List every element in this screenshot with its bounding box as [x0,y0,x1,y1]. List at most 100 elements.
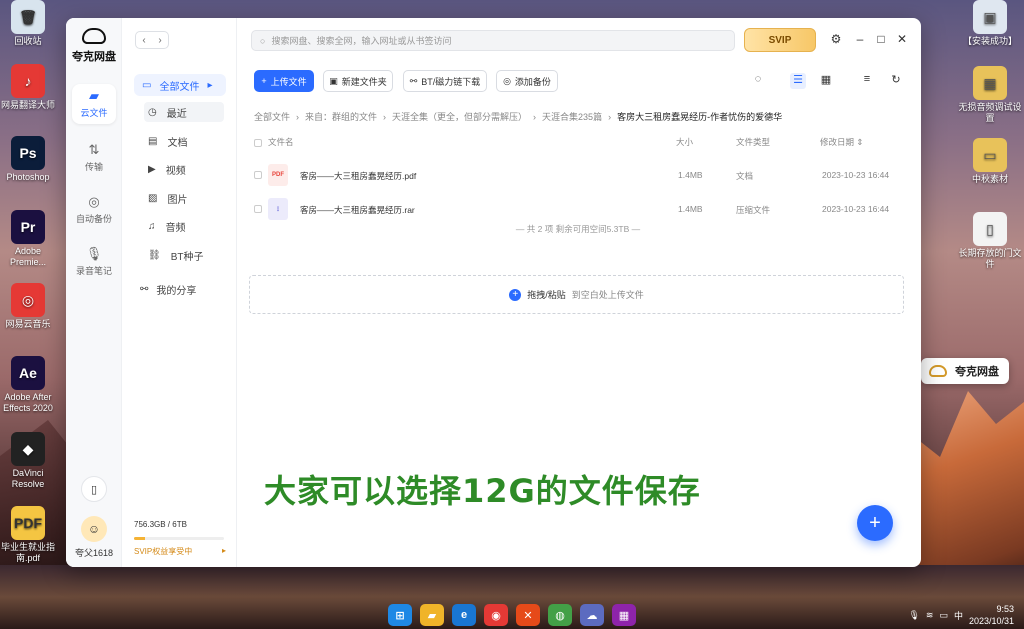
start-icon[interactable]: ⊞ [388,604,412,626]
desktop-icon-label: 毕业生就业指南.pdf [0,542,55,563]
rail-item-folder[interactable]: ▰ 云文件 [72,84,116,124]
message-icon[interactable]: ◌ [750,73,766,89]
mic-icon[interactable]: 🎙 [908,610,919,621]
search-input[interactable]: ○ 搜索网盘、搜索全网，输入网址或从书签访问 [251,30,735,51]
desktop-file-icon: ▯ [973,212,1007,246]
wifi-icon[interactable]: ≋ [926,610,934,621]
desktop-icon-label: 网易云音乐 [5,319,51,329]
breadcrumb-item[interactable]: 全部文件 [254,112,290,122]
nav-item[interactable]: ▶ 视频 [144,159,224,179]
app-x-icon[interactable]: ✕ [516,604,540,626]
desktop-icon[interactable]: ▦ 无损音频调试设置 [958,66,1022,124]
desktop-icon[interactable]: ◎ 网易云音乐 [0,283,56,330]
rail-item-mic[interactable]: 🎙 录音笔记 [72,242,116,282]
col-size[interactable]: 大小 [676,136,693,148]
breadcrumb-item[interactable]: 来自：群组的文件 [305,112,377,122]
col-name[interactable]: 文件名 [268,136,294,148]
photos-icon[interactable]: ▦ [612,604,636,626]
nav-item[interactable]: ♫ 音频 [144,216,224,236]
back-icon[interactable]: ‹ [142,35,145,46]
battery-icon[interactable]: ▭ [939,610,948,621]
grid-view-icon[interactable]: ▦ [818,73,834,89]
col-type[interactable]: 文件类型 [736,136,770,148]
edge-icon[interactable]: e [452,604,476,626]
desktop-app-icon: 🗑 [11,0,45,34]
quark-float-widget[interactable]: 夸克网盘 [921,358,1009,384]
row-checkbox[interactable] [254,205,262,213]
desktop-app-icon: ◆ [11,432,45,466]
close-icon[interactable]: ✕ [894,32,910,46]
add-backup-button[interactable]: ◎ 添加备份 [496,70,558,92]
rail-item-backup[interactable]: ◎ 自动备份 [72,190,116,230]
transfer-icon: ⇅ [88,142,100,157]
table-row[interactable]: ⋮ 客房——大三租房蠢晃经历.rar 1.4MB 压缩文件 2023-10-23 16:… [254,196,902,222]
ime-indicator[interactable]: 中 [954,609,963,622]
fab-add-button[interactable]: + [857,505,893,541]
new-folder-button[interactable]: ▣ 新建文件夹 [323,70,393,92]
svip-tip-arrow-icon: ▸ [221,546,226,555]
rail-item-label: 云文件 [80,108,108,118]
breadcrumb-separator-icon: › [608,112,612,122]
desktop-icon[interactable]: ◆ DaVinci Resolve [0,432,56,490]
desktop-icon-label: 无损音频调试设置 [958,102,1022,123]
svip-tip[interactable]: SVIP权益享受中 ▸ [134,546,226,557]
forward-icon[interactable]: › [158,35,161,46]
storage-bar [134,537,224,540]
backup-icon: ◎ [503,75,511,86]
file-name[interactable]: 客房——大三租房蠢晃经历.rar [300,204,415,216]
chrome-icon[interactable]: ◉ [484,604,508,626]
file-name[interactable]: 客房——大三租房蠢晃经历.pdf [300,170,416,182]
desktop-icon[interactable]: ▣ 【安装成功】 [958,0,1022,47]
desktop-icon[interactable]: ▭ 中秋素材 [958,138,1022,185]
desktop-file-icon: ▭ [973,138,1007,172]
video-icon: ▶ [148,163,156,175]
refresh-icon[interactable]: ↻ [888,73,904,89]
username: 夸父1618 [74,548,114,558]
upload-button[interactable]: + 上传文件 [254,70,314,92]
maximize-icon[interactable]: □ [873,32,889,46]
nav-item[interactable]: ▨ 图片 [144,188,224,208]
desktop-icon[interactable]: Pr Adobe Premie... [0,210,56,268]
select-all-checkbox[interactable] [254,139,262,147]
desktop-icon[interactable]: Ae Adobe After Effects 2020 [0,356,56,414]
minimize-icon[interactable]: – [852,32,868,46]
nav-all-files[interactable]: ▭ 全部文件 ▸ [134,74,226,96]
wechat-icon[interactable]: ◍ [548,604,572,626]
clock[interactable]: 9:53 2023/10/31 [969,603,1014,627]
desktop-icon[interactable]: Ps Photoshop [0,136,56,183]
upload-dropzone[interactable]: + 拖拽/粘贴 到空白处上传文件 [249,275,904,314]
nav-item[interactable]: ▤ 文档 [144,131,224,151]
col-date[interactable]: 修改日期 ⇕ [820,136,864,148]
table-header: 文件名 大小 文件类型 修改日期 ⇕ [254,136,902,152]
list-view-icon[interactable]: ☰ [790,73,806,89]
sort-icon[interactable]: ≡ [859,73,875,89]
breadcrumb-item[interactable]: 客房大三租房蠢晃经历-作者忧伤的爱德华 [617,112,782,122]
dropzone-main: 拖拽/粘贴 [527,290,566,300]
document-icon: ▤ [148,135,158,147]
breadcrumb-item[interactable]: 天涯合集235篇 [542,112,602,122]
phone-icon[interactable]: ▯ [81,476,107,502]
desktop-icon[interactable]: PDF 毕业生就业指南.pdf [0,506,56,564]
nav-my-share[interactable]: ⚯ 我的分享 [140,282,196,297]
folder-outline-icon: ▭ [142,79,152,91]
breadcrumb-item[interactable]: 天涯全集（更全，但部分需解压） [392,112,527,122]
nav-item[interactable]: ⛓ BT种子 [144,245,224,265]
avatar[interactable]: ☺ [81,516,107,542]
nav-item-label: 视频 [165,165,186,177]
add-backup-label: 添加备份 [514,76,551,87]
desktop-icon[interactable]: ▯ 长期存放的门文件 [958,212,1022,270]
nav-item[interactable]: ◷ 最近 [144,102,224,122]
plus-icon: + [261,76,267,86]
row-checkbox[interactable] [254,171,262,179]
svip-button[interactable]: SVIP [744,28,816,52]
mic-icon: 🎙 [85,246,103,261]
table-row[interactable]: PDF 客房——大三租房蠢晃经历.pdf 1.4MB 文档 2023-10-23 16:… [254,162,902,188]
rail-item-transfer[interactable]: ⇅ 传输 [72,138,116,178]
bt-download-button[interactable]: ⚯ BT/磁力链下载 [403,70,487,92]
clock-icon: ◷ [148,106,157,118]
settings-icon[interactable]: ⚙ [828,32,844,46]
desktop-icon[interactable]: ♪ 网易翻译大师 [0,64,56,111]
explorer-icon[interactable]: ▰ [420,604,444,626]
desktop-icon[interactable]: 🗑 回收站 [0,0,56,47]
quark-icon[interactable]: ☁ [580,604,604,626]
